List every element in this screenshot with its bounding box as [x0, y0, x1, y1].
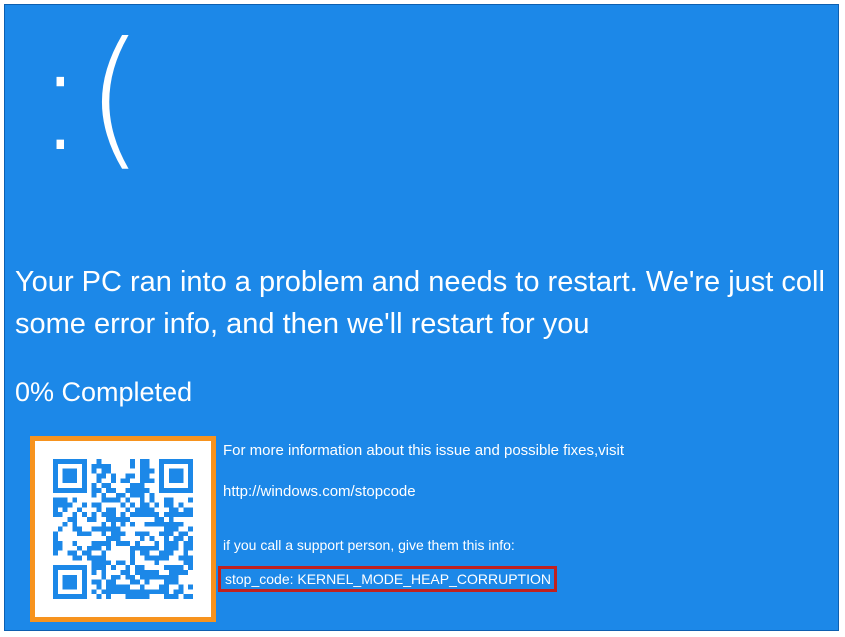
stop-code-text: stop_code: KERNEL_MODE_HEAP_CORRUPTION — [225, 571, 551, 587]
sad-face-emoticon: :( — [35, 11, 145, 185]
support-info-text: if you call a support person, give them … — [223, 537, 515, 553]
qr-code-highlight — [30, 436, 216, 622]
progress-text: 0% Completed — [15, 377, 193, 407]
error-message-line-1: Your PC ran into a problem and needs to … — [15, 266, 825, 298]
error-message: Your PC ran into a problem and needs to … — [15, 261, 838, 345]
stopcode-url[interactable]: http://windows.com/stopcode — [223, 483, 416, 500]
qr-code-icon — [53, 459, 193, 599]
bsod-screen: :( Your PC ran into a problem and needs … — [4, 4, 839, 631]
error-message-line-2: some error info, and then we'll restart … — [15, 308, 590, 340]
stop-code-highlight: stop_code: KERNEL_MODE_HEAP_CORRUPTION — [218, 566, 557, 592]
more-info-text: For more information about this issue an… — [223, 442, 625, 459]
